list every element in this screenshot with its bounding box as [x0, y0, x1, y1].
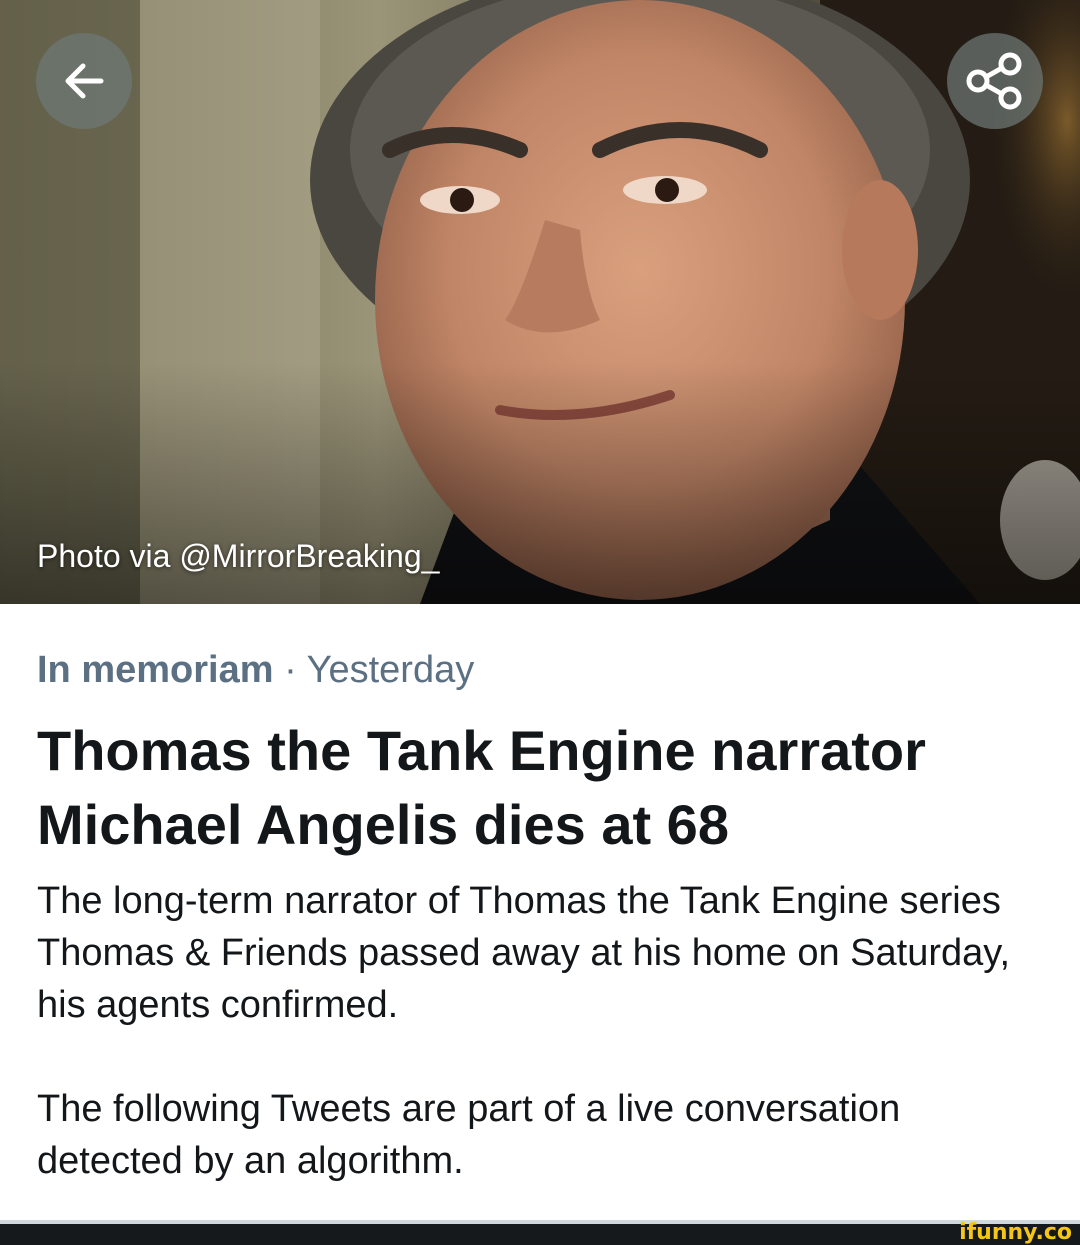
article-headline: Thomas the Tank Engine narrator Michael …	[37, 719, 926, 856]
timestamp: Yesterday	[306, 649, 475, 691]
article-meta: In memoriam · Yesterday	[37, 645, 474, 695]
share-icon	[964, 50, 1026, 112]
photo-credit: Photo via @MirrorBreaking_	[37, 538, 440, 574]
bottom-bar	[0, 1224, 1080, 1245]
meta-separator: ·	[284, 649, 297, 691]
back-button[interactable]	[36, 33, 132, 129]
algorithm-note: The following Tweets are part of a live …	[37, 1088, 901, 1182]
arrow-left-icon	[57, 54, 111, 108]
ifunny-watermark: ifunny.co	[959, 1220, 1072, 1245]
article-page: Photo via @MirrorBreaking_ In memoriam ·…	[0, 0, 1080, 1245]
article-summary: The long-term narrator of Thomas the Tan…	[37, 880, 1011, 1026]
share-button[interactable]	[947, 33, 1043, 129]
category-label: In memoriam	[37, 649, 274, 691]
portrait-photo	[0, 0, 1080, 604]
hero-photo: Photo via @MirrorBreaking_	[0, 0, 1080, 604]
